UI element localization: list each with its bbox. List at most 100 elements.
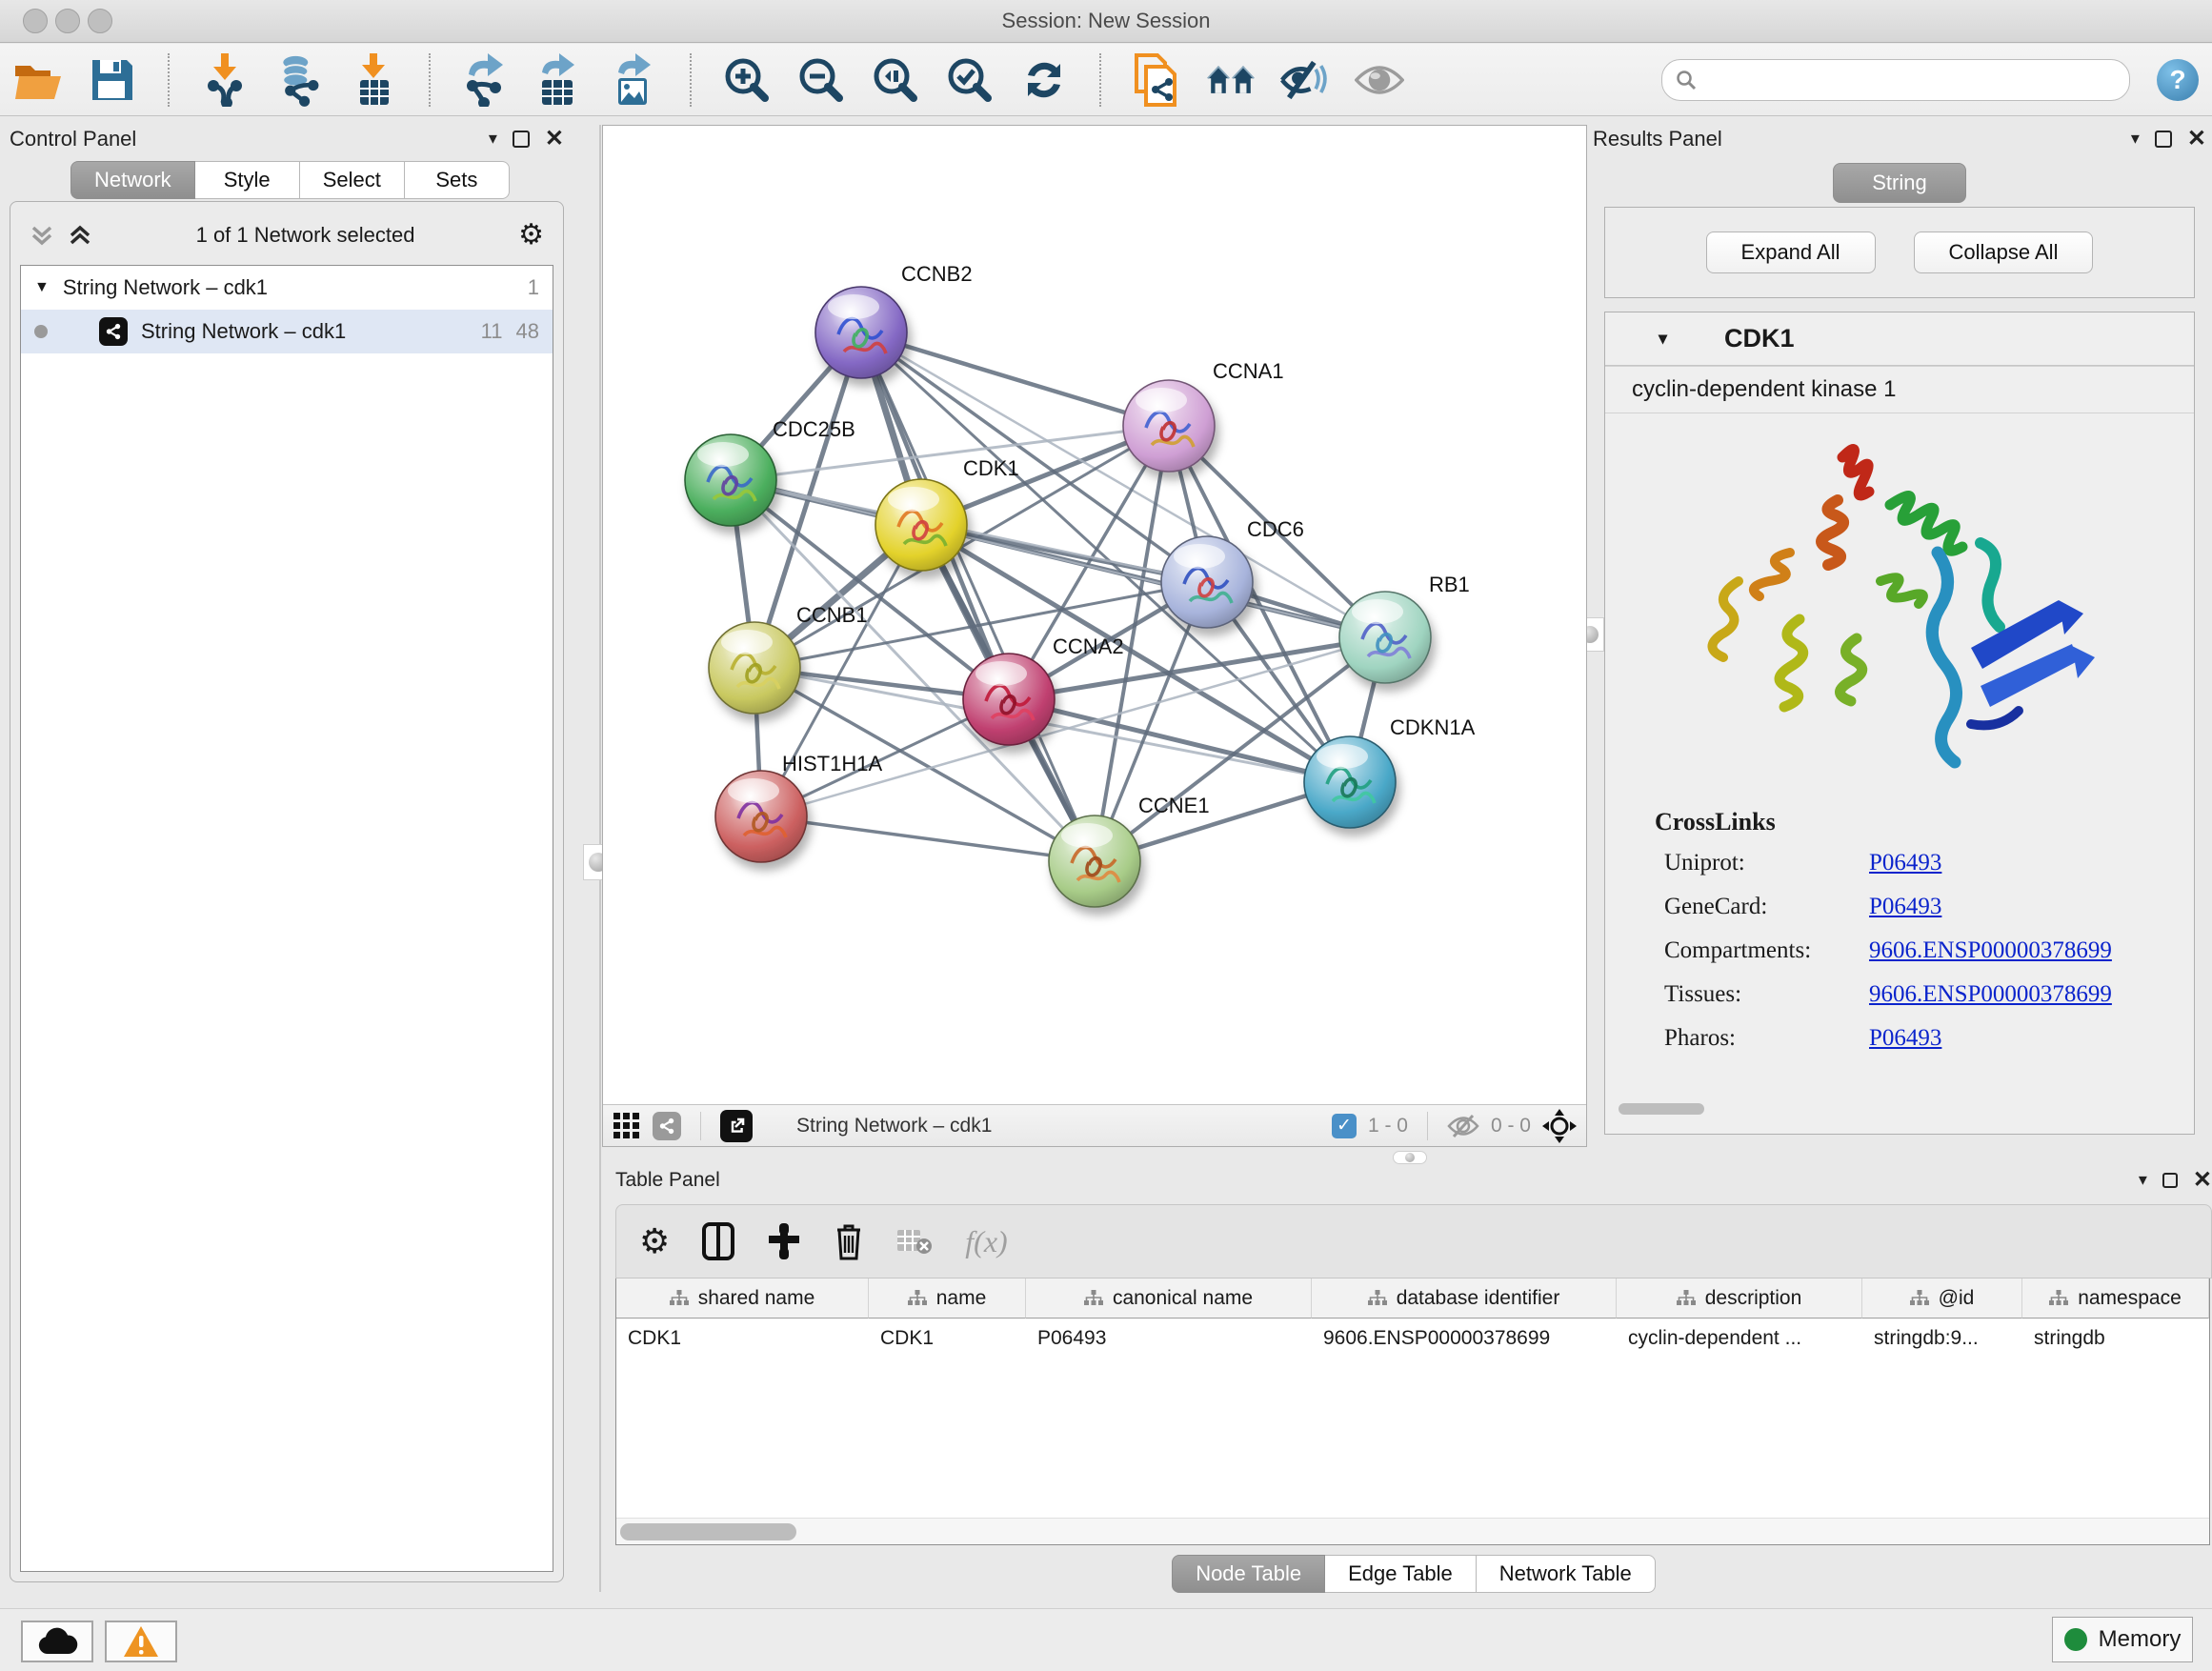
export-table-icon[interactable]: [535, 55, 585, 105]
bottom-splitter-grip[interactable]: [1393, 1151, 1427, 1164]
fit-content-crosshair-icon[interactable]: [1542, 1109, 1577, 1143]
column-header-name[interactable]: name: [869, 1278, 1026, 1319]
crosslink-value-link[interactable]: 9606.ENSP00000378699: [1869, 981, 2112, 1008]
panel-menu-icon[interactable]: ▾: [489, 129, 497, 149]
column-header--id[interactable]: @id: [1862, 1278, 2022, 1319]
tab-network-table[interactable]: Network Table: [1477, 1555, 1656, 1593]
tree-expand-icon[interactable]: ▼: [34, 279, 50, 296]
help-icon[interactable]: ?: [2157, 59, 2199, 101]
cloud-status-button[interactable]: [21, 1621, 93, 1662]
crosslink-value-link[interactable]: P06493: [1869, 894, 1941, 920]
close-panel-icon[interactable]: ✕: [2193, 1166, 2212, 1194]
node-label: CDK1: [963, 456, 1019, 480]
import-table-file-icon[interactable]: [349, 55, 398, 105]
float-panel-icon[interactable]: [2162, 1173, 2178, 1188]
tab-node-table[interactable]: Node Table: [1172, 1555, 1325, 1593]
expand-all-button[interactable]: Expand All: [1706, 232, 1876, 273]
table-cell[interactable]: CDK1: [869, 1319, 1026, 1359]
tab-select[interactable]: Select: [300, 161, 405, 199]
node-CCNB1[interactable]: CCNB1: [709, 603, 868, 714]
selected-checkbox-icon[interactable]: ✓: [1332, 1114, 1357, 1138]
network-canvas[interactable]: CCNB2CCNA1CDC25BCDK1CDC6RB1CCNB1CCNA2CDK…: [603, 126, 1586, 1104]
crosslink-value-link[interactable]: P06493: [1869, 850, 1941, 876]
warning-status-button[interactable]: [105, 1621, 177, 1662]
close-panel-icon[interactable]: ✕: [2187, 125, 2206, 152]
table-cell[interactable]: stringdb:9...: [1862, 1319, 2022, 1359]
tab-sets[interactable]: Sets: [405, 161, 510, 199]
node-HIST1H1A[interactable]: HIST1H1A: [715, 752, 882, 862]
panel-menu-icon[interactable]: ▾: [2139, 1170, 2147, 1190]
crosslink-value-link[interactable]: P06493: [1869, 1025, 1941, 1052]
column-header-canonical-name[interactable]: canonical name: [1026, 1278, 1312, 1319]
column-header-namespace[interactable]: namespace: [2022, 1278, 2209, 1319]
network-options-gear-icon[interactable]: ⚙: [518, 221, 544, 250]
network-graph[interactable]: CCNB2CCNA1CDC25BCDK1CDC6RB1CCNB1CCNA2CDK…: [603, 126, 1586, 1104]
tab-edge-table[interactable]: Edge Table: [1325, 1555, 1477, 1593]
column-header-description[interactable]: description: [1617, 1278, 1862, 1319]
results-hscrollbar[interactable]: [1619, 1103, 1704, 1115]
column-header-shared-name[interactable]: shared name: [616, 1278, 869, 1319]
zoom-out-icon[interactable]: [796, 55, 846, 105]
collapse-gene-icon[interactable]: ▾: [1659, 329, 1667, 349]
collapse-all-button[interactable]: Collapse All: [1914, 232, 2094, 273]
table-options-gear-icon[interactable]: ⚙: [639, 1224, 670, 1258]
network-collection-row[interactable]: ▼ String Network – cdk1 1: [21, 266, 553, 310]
panel-menu-icon[interactable]: ▾: [2131, 129, 2140, 149]
tab-style[interactable]: Style: [195, 161, 300, 199]
function-builder-icon[interactable]: f(x): [965, 1224, 1007, 1259]
search-field[interactable]: [1661, 59, 2130, 101]
network-row[interactable]: String Network – cdk1 11 48: [21, 310, 553, 353]
column-header-database-identifier[interactable]: database identifier: [1312, 1278, 1617, 1319]
show-columns-icon[interactable]: [702, 1222, 734, 1260]
zoom-fit-icon[interactable]: [871, 55, 920, 105]
search-input[interactable]: [1704, 69, 2116, 91]
crosslinks-heading: CrossLinks: [1655, 808, 2194, 836]
table-cell[interactable]: P06493: [1026, 1319, 1312, 1359]
open-external-icon[interactable]: [720, 1110, 753, 1142]
collapse-all-icon[interactable]: [30, 223, 54, 248]
birdseye-grid-icon[interactable]: [613, 1112, 641, 1140]
edge-CCNB2-CCNE1[interactable]: [861, 332, 1095, 861]
table-cell[interactable]: cyclin-dependent ...: [1617, 1319, 1862, 1359]
zoom-selected-icon[interactable]: [945, 55, 995, 105]
edge-HIST1H1A-CCNE1[interactable]: [761, 816, 1095, 861]
delete-table-icon[interactable]: [896, 1227, 933, 1256]
open-session-icon[interactable]: [13, 55, 63, 105]
float-panel-icon[interactable]: [2155, 131, 2172, 148]
float-panel-icon[interactable]: [513, 131, 530, 148]
string-home-icon[interactable]: [1206, 55, 1256, 105]
import-network-database-icon[interactable]: [274, 55, 324, 105]
add-column-icon[interactable]: [767, 1222, 801, 1260]
delete-column-icon[interactable]: [834, 1222, 864, 1260]
table-hscrollbar[interactable]: [616, 1518, 2209, 1544]
node-RB1[interactable]: RB1: [1339, 573, 1470, 683]
export-network-icon[interactable]: [461, 55, 511, 105]
show-graphics-details-eye-icon[interactable]: [1355, 55, 1404, 105]
expand-all-icon[interactable]: [68, 223, 92, 248]
node-CCNA1[interactable]: CCNA1: [1123, 359, 1284, 472]
crosslink-value-link[interactable]: 9606.ENSP00000378699: [1869, 937, 2112, 964]
tab-string[interactable]: String: [1833, 163, 1965, 203]
table-body: CDK1CDK1P064939606.ENSP00000378699cyclin…: [616, 1319, 2209, 1359]
table-hscrollbar-thumb[interactable]: [620, 1523, 796, 1540]
table-cell[interactable]: stringdb: [2022, 1319, 2209, 1359]
table-cell[interactable]: CDK1: [616, 1319, 869, 1359]
export-as-web-page-icon[interactable]: [1132, 55, 1181, 105]
node-CDK1[interactable]: CDK1: [875, 456, 1019, 571]
network-label: String Network – cdk1: [141, 319, 468, 344]
save-session-icon[interactable]: [88, 55, 137, 105]
network-edge-count: 48: [516, 319, 539, 344]
enhanced-graphics-eye-icon[interactable]: [1280, 55, 1330, 105]
zoom-in-icon[interactable]: [722, 55, 772, 105]
network-badge-icon[interactable]: [653, 1112, 681, 1140]
import-network-file-icon[interactable]: [200, 55, 250, 105]
node-CDKN1A[interactable]: CDKN1A: [1304, 715, 1476, 828]
memory-button[interactable]: Memory: [2052, 1617, 2193, 1662]
export-image-icon[interactable]: [610, 55, 659, 105]
network-tree: ▼ String Network – cdk1 1 String Network…: [20, 265, 553, 1572]
tab-network[interactable]: Network: [70, 161, 195, 199]
close-panel-icon[interactable]: ✕: [545, 125, 564, 152]
table-cell[interactable]: 9606.ENSP00000378699: [1312, 1319, 1617, 1359]
refresh-icon[interactable]: [1019, 55, 1069, 105]
edge-CCNB2-CCNA1[interactable]: [861, 332, 1169, 426]
